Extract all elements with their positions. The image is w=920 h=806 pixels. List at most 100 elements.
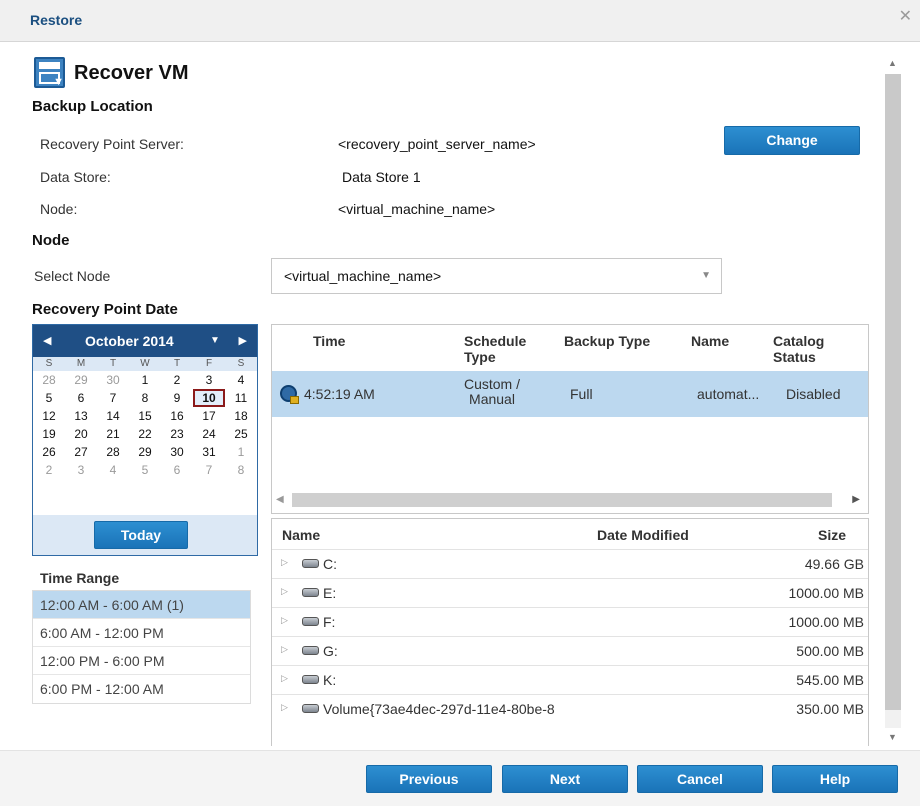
day-of-week-label: S [45,358,53,369]
next-month-icon[interactable]: ▶ [239,334,247,347]
file-name: C: [323,556,337,572]
calendar-day[interactable]: 21 [97,425,129,443]
col-catalog-status[interactable]: Catalog Status [773,333,824,365]
col-size[interactable]: Size [818,527,846,543]
backup-location-heading: Backup Location [32,98,153,115]
calendar-day[interactable]: 1 [225,443,257,461]
scroll-left-icon[interactable]: ◀ [276,494,284,505]
col-time[interactable]: Time [313,333,345,349]
col-name[interactable]: Name [691,333,729,349]
calendar-day[interactable]: 19 [33,425,65,443]
close-icon[interactable]: ✕ [899,6,912,26]
row-name: automat... [697,386,760,402]
day-of-week-label: T [109,358,117,369]
previous-button[interactable]: Previous [366,765,492,793]
calendar-day[interactable]: 29 [129,443,161,461]
calendar-day[interactable]: 25 [225,425,257,443]
scroll-up-icon[interactable]: ▲ [888,58,897,68]
file-row[interactable]: ▷ C: 49.66 GB [272,549,868,577]
calendar-day[interactable]: 3 [193,371,225,389]
calendar-day[interactable]: 23 [161,425,193,443]
select-node-dropdown[interactable]: <virtual_machine_name> ▼ [271,258,722,294]
calendar-day[interactable]: 7 [193,461,225,479]
col-schedule-type[interactable]: Schedule Type [464,333,526,365]
horizontal-scroll-thumb[interactable] [292,493,832,507]
file-row[interactable]: ▷ G: 500.00 MB [272,636,868,664]
calendar-day[interactable]: 26 [33,443,65,461]
drive-icon [302,646,319,655]
calendar-day[interactable]: 24 [193,425,225,443]
col-date-modified[interactable]: Date Modified [597,527,689,543]
calendar-day[interactable]: 3 [65,461,97,479]
calendar-day[interactable]: 2 [161,371,193,389]
expand-icon[interactable]: ▷ [281,673,288,684]
calendar-day[interactable]: 8 [129,389,161,407]
calendar-day[interactable]: 12 [33,407,65,425]
file-row[interactable]: ▷ E: 1000.00 MB [272,578,868,606]
calendar-day[interactable]: 15 [129,407,161,425]
calendar-day[interactable]: 13 [65,407,97,425]
calendar-month[interactable]: October 2014 [85,333,174,349]
recovery-point-date-heading: Recovery Point Date [32,301,178,318]
file-name: E: [323,585,337,601]
scroll-down-icon[interactable]: ▼ [888,732,897,742]
month-picker-icon[interactable]: ▼ [210,335,220,346]
calendar-day[interactable]: 4 [97,461,129,479]
file-row[interactable]: ▷ F: 1000.00 MB [272,607,868,635]
calendar-day[interactable]: 14 [97,407,129,425]
table-row[interactable]: 4:52:19 AM Custom / Manual Full automat.… [272,371,868,417]
calendar-day[interactable]: 29 [65,371,97,389]
calendar-day[interactable]: 31 [193,443,225,461]
calendar-day[interactable]: 27 [65,443,97,461]
file-row[interactable]: ▷ Volume{73ae4dec-297d-11e4-80be-8 350.00 … [272,694,868,722]
today-button[interactable]: Today [94,521,188,549]
calendar-day[interactable]: 5 [33,389,65,407]
calendar-day[interactable]: 30 [97,371,129,389]
calendar-day[interactable]: 16 [161,407,193,425]
horizontal-scrollbar[interactable]: ◀ ▶ [272,491,868,509]
change-button[interactable]: Change [724,126,860,155]
calendar-day[interactable]: 6 [161,461,193,479]
previous-month-icon[interactable]: ◀ [43,334,51,347]
calendar-day[interactable]: 18 [225,407,257,425]
cancel-button[interactable]: Cancel [637,765,763,793]
calendar-day[interactable]: 5 [129,461,161,479]
calendar-day[interactable]: 6 [65,389,97,407]
recovery-point-server-value: <recovery_point_server_name> [338,136,536,152]
next-button[interactable]: Next [502,765,628,793]
files-table: Name Date Modified Size ▷ C: 49.66 GB ▷ E: 10… [271,518,869,746]
scroll-right-icon[interactable]: ▶ [852,494,860,505]
calendar-day[interactable]: 22 [129,425,161,443]
expand-icon[interactable]: ▷ [281,702,288,713]
calendar-day[interactable]: 30 [161,443,193,461]
col-backup-type[interactable]: Backup Type [564,333,650,349]
expand-icon[interactable]: ▷ [281,615,288,626]
time-range-item[interactable]: 12:00 AM - 6:00 AM (1) [33,591,250,619]
chevron-down-icon[interactable]: ▼ [701,270,711,281]
calendar-day[interactable]: 2 [33,461,65,479]
calendar-day[interactable]: 17 [193,407,225,425]
time-range-item[interactable]: 6:00 PM - 12:00 AM [33,675,250,703]
time-range-item[interactable]: 12:00 PM - 6:00 PM [33,647,250,675]
calendar-day[interactable]: 7 [97,389,129,407]
calendar-day[interactable]: 28 [97,443,129,461]
expand-icon[interactable]: ▷ [281,586,288,597]
calendar-day[interactable]: 11 [225,389,257,407]
file-row[interactable]: ▷ K: 545.00 MB [272,665,868,693]
expand-icon[interactable]: ▷ [281,644,288,655]
vertical-scrollbar[interactable]: ▲ ▼ [884,58,902,744]
calendar-day[interactable]: 20 [65,425,97,443]
calendar-day-selected[interactable]: 10 [193,389,225,407]
help-button[interactable]: Help [772,765,898,793]
calendar-day[interactable]: 4 [225,371,257,389]
expand-icon[interactable]: ▷ [281,557,288,568]
calendar-day[interactable]: 9 [161,389,193,407]
time-range-item[interactable]: 6:00 AM - 12:00 PM [33,619,250,647]
calendar-day[interactable]: 8 [225,461,257,479]
calendar-day[interactable]: 1 [129,371,161,389]
col-file-name[interactable]: Name [282,527,320,543]
scroll-thumb[interactable] [885,74,901,710]
calendar-day[interactable]: 28 [33,371,65,389]
row-backup-type: Full [570,386,593,402]
node-label: Node: [40,201,78,217]
